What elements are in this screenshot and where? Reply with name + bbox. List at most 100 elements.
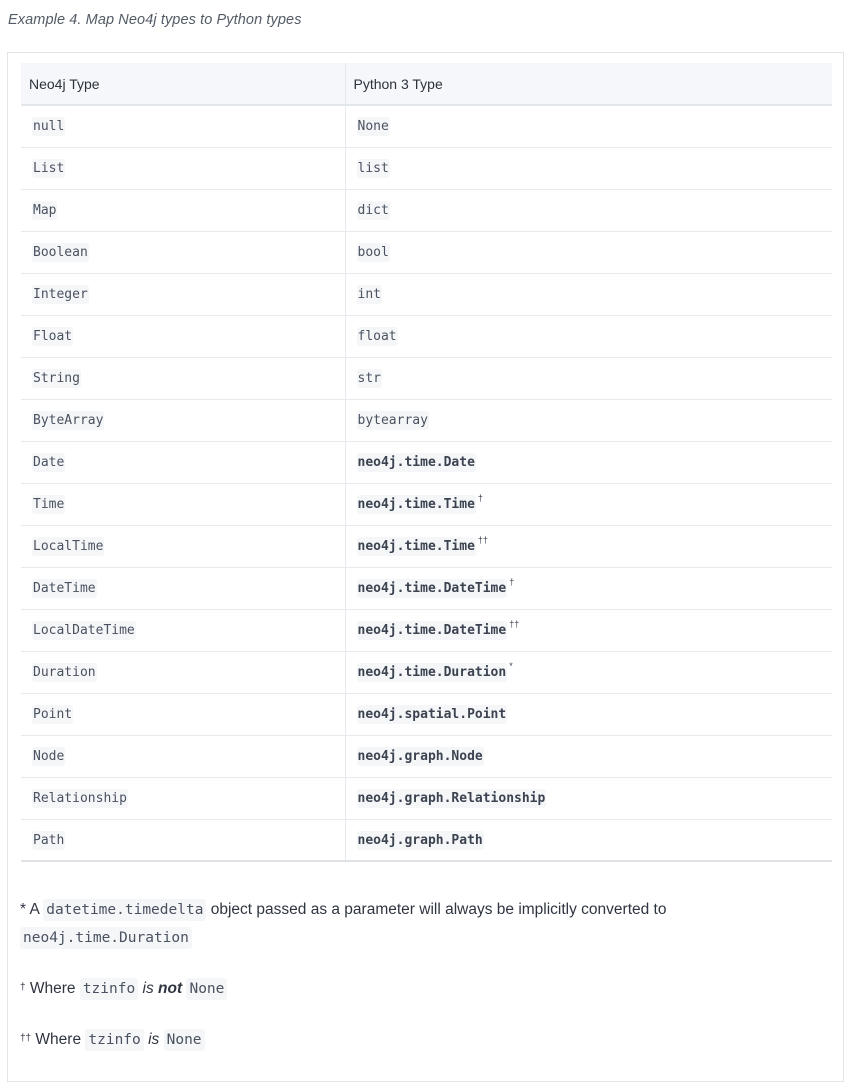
footnote-emphasis: is — [148, 1031, 160, 1048]
footnote-tzinfo-none: †† Where tzinfo is None — [20, 1026, 205, 1054]
neo4j-type-cell: ByteArray — [21, 399, 345, 442]
table-row: Boolean bool — [21, 231, 832, 274]
neo4j-type-code: Integer — [32, 285, 89, 304]
neo4j-type-code: List — [32, 159, 66, 178]
neo4j-type-cell: Map — [21, 189, 345, 232]
header-neo4j-type: Neo4j Type — [21, 63, 345, 106]
neo4j-type-code: Path — [32, 830, 66, 850]
inline-code: datetime.timedelta — [43, 899, 207, 921]
table-row: Node neo4j.graph.Node — [21, 735, 832, 778]
neo4j-type-cell: Path — [21, 819, 345, 862]
python-type-cell: None — [344, 105, 832, 148]
footnote-text: Where — [31, 1031, 86, 1048]
example-caption: Example 4. Map Neo4j types to Python typ… — [8, 12, 302, 28]
python-type-code: neo4j.time.DateTime — [356, 579, 508, 598]
neo4j-type-code: LocalTime — [32, 537, 105, 556]
python-type-code: neo4j.time.Time — [356, 537, 476, 556]
python-type-code: dict — [356, 201, 390, 220]
python-type-cell: neo4j.time.Duration * — [344, 651, 832, 694]
table-row: Float float — [21, 315, 832, 358]
python-type-cell: neo4j.time.Time †† — [344, 525, 832, 568]
python-type-code: neo4j.time.Time — [356, 495, 476, 514]
neo4j-type-code: Float — [32, 327, 74, 346]
neo4j-type-code: Relationship — [32, 789, 128, 808]
inline-code: tzinfo — [79, 978, 139, 1000]
type-mapping-table: Neo4j Type Python 3 Type null None List lis… — [21, 63, 832, 862]
neo4j-type-code: Map — [32, 201, 58, 220]
footnote-duration: * A datetime.timedelta object passed as … — [20, 896, 666, 952]
neo4j-type-cell: DateTime — [21, 567, 345, 610]
python-type-code: neo4j.time.Date — [356, 453, 476, 472]
python-type-cell: neo4j.spatial.Point — [344, 693, 832, 736]
neo4j-type-cell: Point — [21, 693, 345, 736]
neo4j-type-code: Time — [32, 495, 66, 514]
neo4j-type-code: DateTime — [32, 579, 97, 598]
table-row: null None — [21, 105, 832, 148]
table-row: ByteArray bytearray — [21, 399, 832, 442]
neo4j-type-cell: null — [21, 105, 345, 148]
python-type-cell: float — [344, 315, 832, 358]
inline-code: neo4j.time.Duration — [20, 927, 192, 949]
neo4j-type-code: Date — [32, 453, 66, 472]
neo4j-type-cell: Duration — [21, 651, 345, 694]
python-type-code: bytearray — [356, 411, 429, 430]
footnote-emphasis: is not — [142, 980, 183, 997]
footnote-text: Where — [25, 980, 80, 997]
footnote-text: A — [26, 901, 44, 918]
neo4j-type-code: Node — [32, 747, 66, 766]
neo4j-type-cell: Time — [21, 483, 345, 526]
python-type-code: neo4j.graph.Node — [356, 747, 484, 766]
table-header-row: Neo4j Type Python 3 Type — [21, 63, 832, 106]
table-row: Point neo4j.spatial.Point — [21, 693, 832, 736]
footnote-text: object passed as a parameter will always… — [206, 901, 667, 918]
neo4j-type-cell: Boolean — [21, 231, 345, 274]
example-block: Neo4j Type Python 3 Type null None List lis… — [7, 52, 844, 1082]
python-type-cell: neo4j.time.DateTime †† — [344, 609, 832, 652]
table-row: Time neo4j.time.Time † — [21, 483, 832, 526]
neo4j-type-cell: String — [21, 357, 345, 400]
footnote-reference: * — [509, 661, 513, 671]
neo4j-type-cell: Node — [21, 735, 345, 778]
python-type-cell: int — [344, 273, 832, 316]
inline-code: tzinfo — [85, 1029, 144, 1051]
python-type-cell: dict — [344, 189, 832, 232]
neo4j-type-code: LocalDateTime — [32, 621, 136, 640]
python-type-code: int — [356, 285, 382, 304]
table-row: Date neo4j.time.Date — [21, 441, 832, 484]
python-type-code: bool — [356, 243, 390, 262]
footnote-reference: †† — [509, 619, 520, 629]
header-python-type: Python 3 Type — [344, 63, 832, 106]
table-row: String str — [21, 357, 832, 400]
footnote-reference: † — [477, 493, 483, 503]
neo4j-type-cell: Date — [21, 441, 345, 484]
neo4j-type-code: Point — [32, 705, 74, 724]
neo4j-type-code: Boolean — [32, 243, 89, 262]
neo4j-type-cell: Float — [21, 315, 345, 358]
table-row: Relationship neo4j.graph.Relationship — [21, 777, 832, 820]
python-type-code: neo4j.graph.Relationship — [356, 789, 547, 808]
python-type-code: list — [356, 159, 390, 178]
python-type-cell: neo4j.graph.Node — [344, 735, 832, 778]
python-type-code: neo4j.spatial.Point — [356, 705, 508, 724]
table-row: Map dict — [21, 189, 832, 232]
neo4j-type-code: Duration — [32, 663, 97, 682]
neo4j-type-code: ByteArray — [32, 411, 105, 430]
python-type-cell: str — [344, 357, 832, 400]
footnote-reference: †† — [477, 535, 488, 545]
neo4j-type-code: String — [32, 369, 81, 388]
footnote-tzinfo-not-none: † Where tzinfo is not None — [20, 975, 228, 1003]
table-row: Path neo4j.graph.Path — [21, 819, 832, 862]
neo4j-type-cell: LocalDateTime — [21, 609, 345, 652]
inline-code: None — [186, 978, 228, 1000]
python-type-code: str — [356, 369, 382, 388]
table-row: Integer int — [21, 273, 832, 316]
table-row: Duration neo4j.time.Duration * — [21, 651, 832, 694]
neo4j-type-cell: List — [21, 147, 345, 190]
neo4j-type-cell: Integer — [21, 273, 345, 316]
footnote-mark: †† — [20, 1033, 32, 1044]
python-type-cell: neo4j.time.DateTime † — [344, 567, 832, 610]
neo4j-type-code: null — [32, 117, 66, 137]
python-type-cell: list — [344, 147, 832, 190]
footnote-reference: † — [509, 577, 515, 587]
python-type-code: neo4j.graph.Path — [356, 830, 484, 850]
